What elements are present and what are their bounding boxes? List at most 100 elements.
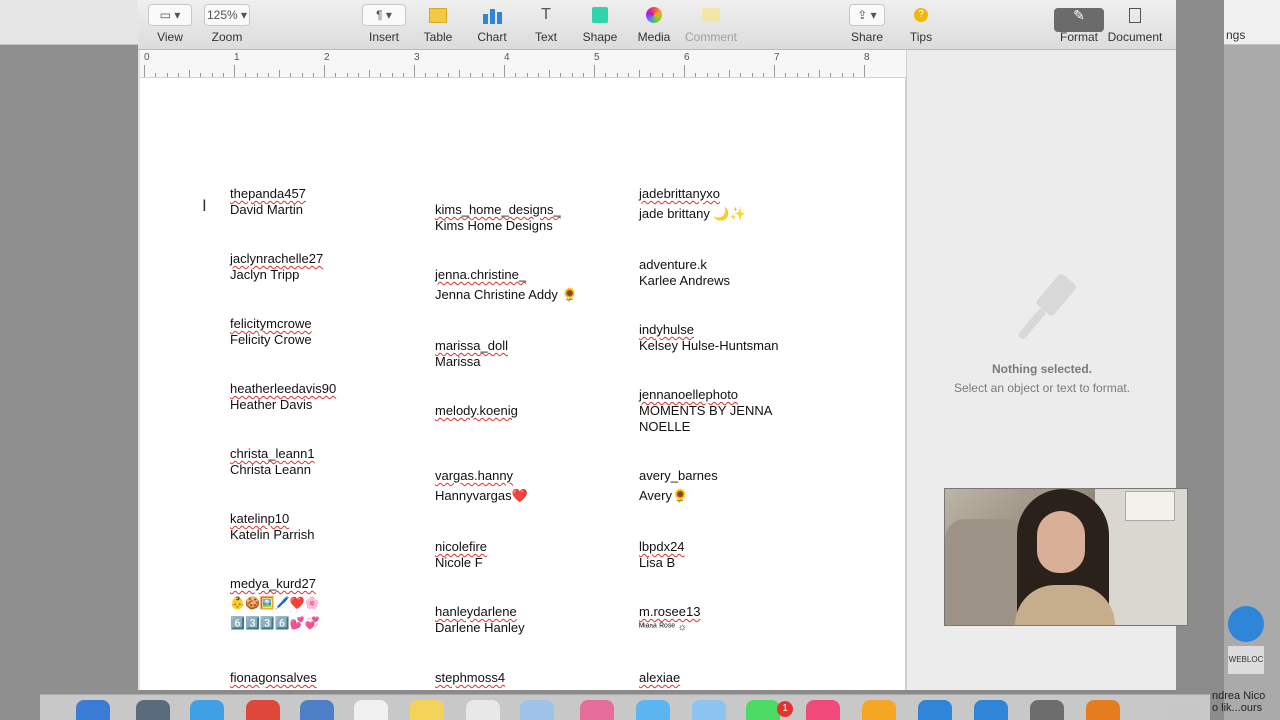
media-button[interactable]: Media: [624, 4, 684, 44]
facetime-icon[interactable]: [746, 700, 780, 720]
list-item[interactable]: m.rosee13 ᴹᶦᵃⁿᵃ ᴿᵒˢᵉ ☼: [639, 604, 700, 636]
list-item[interactable]: jadebrittanyxo jade brittany 🌙✨: [639, 186, 746, 222]
desktop-left: [0, 0, 140, 720]
preview-icon[interactable]: [520, 700, 554, 720]
list-item[interactable]: marissa_doll Marissa: [435, 338, 508, 370]
finder-icon[interactable]: [76, 700, 110, 720]
list-item[interactable]: jenna.christine_ Jenna Christine Addy 🌻: [435, 267, 578, 303]
ruler-tick: [425, 73, 427, 77]
ruler-tick: [830, 73, 832, 77]
username: katelinp10: [230, 511, 290, 526]
view-button[interactable]: ▭ ▾ View: [140, 4, 200, 44]
ruler-tick: [762, 73, 764, 77]
list-item[interactable]: alexiae: [639, 670, 680, 686]
desktop-file-label: ndrea Nico o lik...ours: [1212, 690, 1266, 714]
username: vargas.hanny: [435, 468, 514, 483]
list-item[interactable]: avery_barnes Avery🌻: [639, 468, 718, 504]
ruler-tick: [526, 73, 528, 77]
list-item[interactable]: christa_leann1 Christa Leann: [230, 446, 315, 478]
table-button[interactable]: Table: [408, 4, 468, 44]
ruler-tick: [189, 70, 190, 77]
text-button[interactable]: T Text: [516, 4, 576, 44]
display-name: ᴹᶦᵃⁿᵃ ᴿᵒˢᵉ ☼: [639, 622, 687, 633]
reminders-icon[interactable]: [466, 700, 500, 720]
format-button[interactable]: ✎ Format: [1049, 4, 1109, 45]
desktop-app-icon[interactable]: [1228, 606, 1264, 642]
chart-label: Chart: [477, 30, 507, 44]
ruler-tick: [605, 73, 607, 77]
xcode-icon[interactable]: [974, 700, 1008, 720]
list-item[interactable]: adventure.k Karlee Andrews: [639, 257, 730, 289]
ruler-tick: [177, 73, 179, 77]
chrome-icon[interactable]: [246, 700, 280, 720]
username: nicolefire: [435, 539, 488, 554]
list-item[interactable]: jennanoellephoto MOMENTS BY JENNA NOELLE: [639, 387, 772, 435]
mail-icon[interactable]: [692, 700, 726, 720]
ruler-tick: [841, 73, 843, 77]
itunes-icon[interactable]: [806, 700, 840, 720]
list-item[interactable]: melody.koenig: [435, 403, 518, 419]
ruler-tick: [470, 73, 472, 77]
username: jadebrittanyxo: [639, 186, 720, 201]
ruler-tick: [245, 73, 247, 77]
list-item[interactable]: fionagonsalves: [230, 670, 317, 686]
calendar-icon[interactable]: [354, 700, 388, 720]
list-item[interactable]: heatherleedavis90 Heather Davis: [230, 381, 336, 413]
trash-icon[interactable]: [1166, 700, 1200, 720]
ruler-tick: [324, 65, 325, 77]
tips-button[interactable]: ? Tips: [891, 4, 951, 44]
username: marissa_doll: [435, 338, 508, 353]
launchpad-icon[interactable]: [136, 700, 170, 720]
list-item[interactable]: lbpdx24 Lisa B: [639, 539, 685, 571]
ruler-tick: [504, 65, 505, 77]
insert-button[interactable]: ¶ ▾ Insert: [354, 4, 414, 44]
display-name: Felicity Crowe: [230, 332, 312, 347]
document-page[interactable]: I thepanda457 David Martin jaclynrachelle…: [140, 78, 906, 690]
list-item[interactable]: stephmoss4: [435, 670, 505, 686]
app-icon[interactable]: [300, 700, 334, 720]
table-label: Table: [423, 30, 453, 44]
ruler-tick: [695, 73, 697, 77]
media-icon: [639, 4, 669, 26]
ruler-tick: [852, 73, 854, 77]
username: thepanda457: [230, 186, 306, 201]
pages-icon[interactable]: [1086, 700, 1120, 720]
zoom-button[interactable]: 125% ▾ Zoom: [197, 4, 257, 44]
list-item[interactable]: medya_kurd27 👶🍪🖼️🖊️❤️🌸 6️⃣3️⃣3️⃣6️⃣💕💞: [230, 576, 320, 631]
safari-icon[interactable]: [190, 700, 224, 720]
ibooks-icon[interactable]: [862, 700, 896, 720]
webloc-file-icon[interactable]: WEBLOC: [1228, 646, 1264, 674]
list-item[interactable]: thepanda457 David Martin: [230, 186, 306, 218]
ruler-tick: [301, 73, 303, 77]
shape-button[interactable]: Shape: [570, 4, 630, 44]
ruler-tick: [684, 65, 685, 77]
share-button[interactable]: ⇪ ▾ Share: [837, 4, 897, 44]
list-item[interactable]: nicolefire Nicole F: [435, 539, 487, 571]
list-item[interactable]: indyhulse Kelsey Hulse-Huntsman: [639, 322, 778, 354]
system-preferences-icon[interactable]: [1030, 700, 1064, 720]
list-item[interactable]: felicitymcrowe Felicity Crowe: [230, 316, 312, 348]
document-button[interactable]: Document: [1105, 4, 1165, 44]
zoom-select[interactable]: 125% ▾: [204, 4, 250, 26]
display-name: Heather Davis: [230, 397, 313, 412]
shape-icon: [585, 4, 615, 26]
list-item[interactable]: hanleydarlene Darlene Hanley: [435, 604, 525, 636]
list-item[interactable]: jaclynrachelle27 Jaclyn Tripp: [230, 251, 323, 283]
ruler-tick: [335, 73, 337, 77]
ruler-tick: [279, 70, 280, 77]
list-item[interactable]: katelinp10 Katelin Parrish: [230, 511, 315, 543]
app-store-icon[interactable]: [918, 700, 952, 720]
ruler-number: 7: [774, 52, 780, 63]
chart-button[interactable]: Chart: [462, 4, 522, 44]
messages-icon[interactable]: [636, 700, 670, 720]
list-item[interactable]: kims_home_designs_ Kims Home Designs: [435, 202, 561, 234]
comment-button[interactable]: Comment: [681, 4, 741, 44]
ruler-number: 4: [504, 52, 510, 63]
list-item[interactable]: vargas.hanny Hannyvargas❤️: [435, 468, 528, 504]
notes-icon[interactable]: [410, 700, 444, 720]
ruler[interactable]: 0 1 2 3 4 5 6 7 8: [140, 50, 906, 78]
display-name: MOMENTS BY JENNA: [639, 403, 773, 418]
ruler-tick: [312, 73, 314, 77]
photos-icon[interactable]: [580, 700, 614, 720]
display-name: Jaclyn Tripp: [230, 267, 300, 282]
